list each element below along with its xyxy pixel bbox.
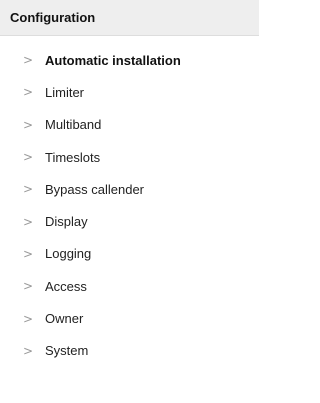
chevron-right-icon: > bbox=[23, 150, 34, 165]
menu-item-logging[interactable]: > Logging bbox=[0, 238, 259, 270]
menu-item-owner[interactable]: > Owner bbox=[0, 302, 259, 334]
menu-item-label: Access bbox=[45, 278, 87, 294]
chevron-right-icon: > bbox=[23, 311, 34, 326]
menu-item-automatic-installation[interactable]: > Automatic installation bbox=[0, 44, 259, 76]
menu-item-access[interactable]: > Access bbox=[0, 270, 259, 302]
chevron-right-icon: > bbox=[23, 279, 34, 294]
menu-item-label: Logging bbox=[45, 246, 92, 262]
menu-item-label: Owner bbox=[45, 311, 84, 327]
configuration-menu: > Automatic installation > Limiter > Mul… bbox=[0, 44, 259, 367]
panel-title: Configuration bbox=[10, 10, 96, 25]
menu-item-label: Automatic installation bbox=[45, 52, 181, 68]
chevron-right-icon: > bbox=[23, 85, 34, 100]
menu-item-label: Multiband bbox=[45, 117, 102, 133]
menu-item-label: Timeslots bbox=[45, 149, 101, 165]
menu-item-label: System bbox=[45, 343, 89, 359]
menu-item-timeslots[interactable]: > Timeslots bbox=[0, 141, 259, 173]
menu-item-system[interactable]: > System bbox=[0, 335, 259, 367]
chevron-right-icon: > bbox=[23, 214, 34, 229]
menu-item-limiter[interactable]: > Limiter bbox=[0, 76, 259, 108]
menu-item-label: Bypass callender bbox=[45, 181, 144, 197]
chevron-right-icon: > bbox=[23, 53, 34, 68]
menu-item-label: Display bbox=[45, 214, 88, 230]
menu-item-multiband[interactable]: > Multiband bbox=[0, 109, 259, 141]
chevron-right-icon: > bbox=[23, 343, 34, 358]
chevron-right-icon: > bbox=[23, 182, 34, 197]
configuration-panel: Configuration > Automatic installation >… bbox=[0, 0, 259, 403]
chevron-right-icon: > bbox=[23, 246, 34, 261]
menu-item-bypass-callender[interactable]: > Bypass callender bbox=[0, 173, 259, 205]
menu-item-display[interactable]: > Display bbox=[0, 205, 259, 237]
menu-item-label: Limiter bbox=[45, 84, 85, 100]
panel-header: Configuration bbox=[0, 0, 259, 36]
chevron-right-icon: > bbox=[23, 117, 34, 132]
